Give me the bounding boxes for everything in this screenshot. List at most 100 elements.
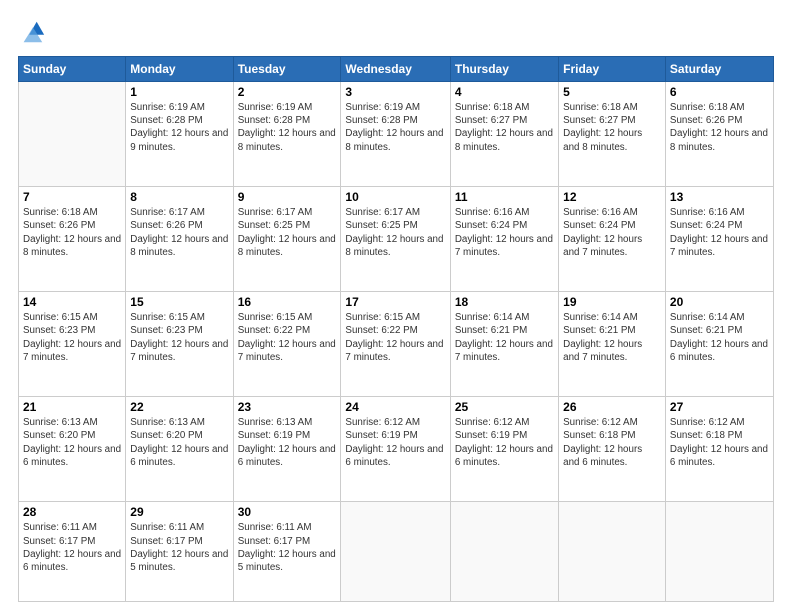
day-info: Sunrise: 6:13 AM Sunset: 6:19 PM Dayligh…	[238, 416, 337, 469]
day-info: Sunrise: 6:14 AM Sunset: 6:21 PM Dayligh…	[563, 311, 661, 364]
day-info: Sunrise: 6:16 AM Sunset: 6:24 PM Dayligh…	[563, 206, 661, 259]
day-info: Sunrise: 6:19 AM Sunset: 6:28 PM Dayligh…	[130, 101, 228, 154]
calendar-day-cell	[341, 502, 450, 602]
day-number: 28	[23, 505, 121, 519]
calendar-day-cell: 28 Sunrise: 6:11 AM Sunset: 6:17 PM Dayl…	[19, 502, 126, 602]
calendar-day-cell: 17 Sunrise: 6:15 AM Sunset: 6:22 PM Dayl…	[341, 292, 450, 397]
calendar-day-cell	[450, 502, 558, 602]
calendar-week-row: 14 Sunrise: 6:15 AM Sunset: 6:23 PM Dayl…	[19, 292, 774, 397]
calendar-week-row: 28 Sunrise: 6:11 AM Sunset: 6:17 PM Dayl…	[19, 502, 774, 602]
calendar-day-cell: 29 Sunrise: 6:11 AM Sunset: 6:17 PM Dayl…	[126, 502, 233, 602]
calendar-day-cell: 2 Sunrise: 6:19 AM Sunset: 6:28 PM Dayli…	[233, 82, 341, 187]
day-number: 11	[455, 190, 554, 204]
calendar-day-cell: 27 Sunrise: 6:12 AM Sunset: 6:18 PM Dayl…	[665, 397, 773, 502]
day-info: Sunrise: 6:16 AM Sunset: 6:24 PM Dayligh…	[670, 206, 769, 259]
logo-icon	[18, 18, 46, 46]
day-number: 20	[670, 295, 769, 309]
day-number: 23	[238, 400, 337, 414]
calendar-day-cell: 10 Sunrise: 6:17 AM Sunset: 6:25 PM Dayl…	[341, 187, 450, 292]
calendar-table: SundayMondayTuesdayWednesdayThursdayFrid…	[18, 56, 774, 602]
day-number: 22	[130, 400, 228, 414]
calendar-day-cell: 26 Sunrise: 6:12 AM Sunset: 6:18 PM Dayl…	[559, 397, 666, 502]
day-number: 9	[238, 190, 337, 204]
calendar-day-header: Sunday	[19, 57, 126, 82]
calendar-day-cell: 4 Sunrise: 6:18 AM Sunset: 6:27 PM Dayli…	[450, 82, 558, 187]
day-info: Sunrise: 6:14 AM Sunset: 6:21 PM Dayligh…	[455, 311, 554, 364]
day-info: Sunrise: 6:18 AM Sunset: 6:26 PM Dayligh…	[670, 101, 769, 154]
calendar-day-cell: 19 Sunrise: 6:14 AM Sunset: 6:21 PM Dayl…	[559, 292, 666, 397]
calendar-week-row: 7 Sunrise: 6:18 AM Sunset: 6:26 PM Dayli…	[19, 187, 774, 292]
calendar-day-cell: 22 Sunrise: 6:13 AM Sunset: 6:20 PM Dayl…	[126, 397, 233, 502]
day-number: 7	[23, 190, 121, 204]
calendar-day-cell: 6 Sunrise: 6:18 AM Sunset: 6:26 PM Dayli…	[665, 82, 773, 187]
day-info: Sunrise: 6:13 AM Sunset: 6:20 PM Dayligh…	[130, 416, 228, 469]
day-number: 30	[238, 505, 337, 519]
day-info: Sunrise: 6:11 AM Sunset: 6:17 PM Dayligh…	[23, 521, 121, 574]
day-info: Sunrise: 6:14 AM Sunset: 6:21 PM Dayligh…	[670, 311, 769, 364]
calendar-day-header: Thursday	[450, 57, 558, 82]
calendar-header-row: SundayMondayTuesdayWednesdayThursdayFrid…	[19, 57, 774, 82]
day-number: 6	[670, 85, 769, 99]
day-info: Sunrise: 6:11 AM Sunset: 6:17 PM Dayligh…	[238, 521, 337, 574]
day-info: Sunrise: 6:15 AM Sunset: 6:22 PM Dayligh…	[345, 311, 445, 364]
day-number: 25	[455, 400, 554, 414]
day-number: 4	[455, 85, 554, 99]
day-number: 3	[345, 85, 445, 99]
day-number: 27	[670, 400, 769, 414]
day-info: Sunrise: 6:12 AM Sunset: 6:19 PM Dayligh…	[345, 416, 445, 469]
day-info: Sunrise: 6:18 AM Sunset: 6:26 PM Dayligh…	[23, 206, 121, 259]
day-number: 26	[563, 400, 661, 414]
calendar-day-header: Monday	[126, 57, 233, 82]
day-number: 18	[455, 295, 554, 309]
day-number: 19	[563, 295, 661, 309]
calendar-day-cell: 13 Sunrise: 6:16 AM Sunset: 6:24 PM Dayl…	[665, 187, 773, 292]
day-number: 2	[238, 85, 337, 99]
calendar-day-header: Tuesday	[233, 57, 341, 82]
day-info: Sunrise: 6:16 AM Sunset: 6:24 PM Dayligh…	[455, 206, 554, 259]
day-number: 5	[563, 85, 661, 99]
calendar-day-cell: 25 Sunrise: 6:12 AM Sunset: 6:19 PM Dayl…	[450, 397, 558, 502]
day-number: 24	[345, 400, 445, 414]
calendar-day-cell: 15 Sunrise: 6:15 AM Sunset: 6:23 PM Dayl…	[126, 292, 233, 397]
calendar-day-cell: 3 Sunrise: 6:19 AM Sunset: 6:28 PM Dayli…	[341, 82, 450, 187]
day-number: 21	[23, 400, 121, 414]
day-info: Sunrise: 6:12 AM Sunset: 6:18 PM Dayligh…	[563, 416, 661, 469]
calendar-day-cell: 30 Sunrise: 6:11 AM Sunset: 6:17 PM Dayl…	[233, 502, 341, 602]
calendar-week-row: 1 Sunrise: 6:19 AM Sunset: 6:28 PM Dayli…	[19, 82, 774, 187]
calendar-day-cell	[19, 82, 126, 187]
day-info: Sunrise: 6:13 AM Sunset: 6:20 PM Dayligh…	[23, 416, 121, 469]
calendar-day-cell: 9 Sunrise: 6:17 AM Sunset: 6:25 PM Dayli…	[233, 187, 341, 292]
page: SundayMondayTuesdayWednesdayThursdayFrid…	[0, 0, 792, 612]
calendar-day-cell: 14 Sunrise: 6:15 AM Sunset: 6:23 PM Dayl…	[19, 292, 126, 397]
day-info: Sunrise: 6:15 AM Sunset: 6:22 PM Dayligh…	[238, 311, 337, 364]
day-number: 15	[130, 295, 228, 309]
calendar-day-cell: 8 Sunrise: 6:17 AM Sunset: 6:26 PM Dayli…	[126, 187, 233, 292]
day-number: 12	[563, 190, 661, 204]
day-info: Sunrise: 6:17 AM Sunset: 6:26 PM Dayligh…	[130, 206, 228, 259]
calendar-week-row: 21 Sunrise: 6:13 AM Sunset: 6:20 PM Dayl…	[19, 397, 774, 502]
day-number: 10	[345, 190, 445, 204]
calendar-day-header: Friday	[559, 57, 666, 82]
calendar-day-cell: 12 Sunrise: 6:16 AM Sunset: 6:24 PM Dayl…	[559, 187, 666, 292]
calendar-day-cell	[665, 502, 773, 602]
day-info: Sunrise: 6:18 AM Sunset: 6:27 PM Dayligh…	[563, 101, 661, 154]
calendar-day-header: Saturday	[665, 57, 773, 82]
day-info: Sunrise: 6:15 AM Sunset: 6:23 PM Dayligh…	[130, 311, 228, 364]
day-number: 1	[130, 85, 228, 99]
calendar-day-cell: 11 Sunrise: 6:16 AM Sunset: 6:24 PM Dayl…	[450, 187, 558, 292]
day-info: Sunrise: 6:18 AM Sunset: 6:27 PM Dayligh…	[455, 101, 554, 154]
day-number: 8	[130, 190, 228, 204]
calendar-day-cell: 16 Sunrise: 6:15 AM Sunset: 6:22 PM Dayl…	[233, 292, 341, 397]
logo	[18, 18, 50, 46]
calendar-day-cell: 7 Sunrise: 6:18 AM Sunset: 6:26 PM Dayli…	[19, 187, 126, 292]
calendar-day-cell	[559, 502, 666, 602]
calendar-day-header: Wednesday	[341, 57, 450, 82]
day-info: Sunrise: 6:12 AM Sunset: 6:19 PM Dayligh…	[455, 416, 554, 469]
calendar-day-cell: 1 Sunrise: 6:19 AM Sunset: 6:28 PM Dayli…	[126, 82, 233, 187]
day-number: 17	[345, 295, 445, 309]
day-info: Sunrise: 6:12 AM Sunset: 6:18 PM Dayligh…	[670, 416, 769, 469]
calendar-day-cell: 23 Sunrise: 6:13 AM Sunset: 6:19 PM Dayl…	[233, 397, 341, 502]
calendar-day-cell: 18 Sunrise: 6:14 AM Sunset: 6:21 PM Dayl…	[450, 292, 558, 397]
day-number: 16	[238, 295, 337, 309]
day-info: Sunrise: 6:19 AM Sunset: 6:28 PM Dayligh…	[238, 101, 337, 154]
